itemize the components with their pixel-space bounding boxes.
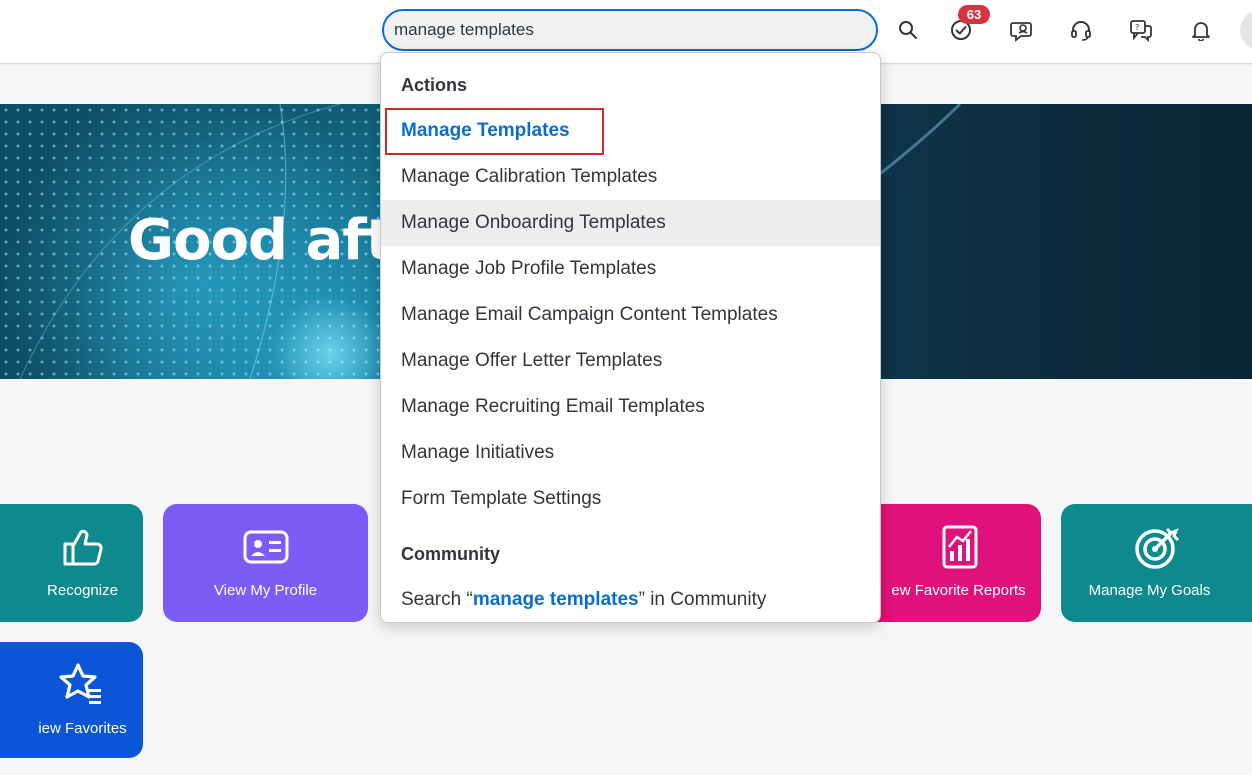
headset-icon[interactable]	[1067, 16, 1095, 44]
tile-label: View My Profile	[213, 582, 318, 599]
suggestion-item[interactable]: Manage Calibration Templates	[381, 154, 880, 200]
feedback-icon[interactable]: ?	[1127, 16, 1155, 44]
bell-icon[interactable]	[1187, 16, 1215, 44]
notification-count-badge: 63	[958, 5, 990, 24]
thumbs-up-icon	[59, 524, 105, 570]
tile-view-my-profile[interactable]: View My Profile	[163, 504, 368, 622]
search-suggestions-dropdown: Actions Manage Templates Manage Calibrat…	[380, 52, 881, 623]
tile-manage-my-goals[interactable]: Manage My Goals	[1061, 504, 1252, 622]
suggestion-item[interactable]: Form Template Settings	[381, 476, 880, 522]
greeting-text: Good aft	[128, 208, 392, 273]
svg-text:?: ?	[1135, 23, 1139, 32]
group-title-community: Community	[401, 544, 500, 564]
search-icon[interactable]	[894, 16, 922, 44]
suggestion-item[interactable]: Manage Email Campaign Content Templates	[381, 292, 880, 338]
chat-bot-icon[interactable]	[1007, 16, 1035, 44]
star-list-icon	[58, 662, 106, 708]
community-search-suffix: ” in Community	[638, 589, 767, 610]
tile-label: iew Favorites	[38, 720, 127, 737]
search-field[interactable]	[382, 9, 878, 51]
suggestion-item[interactable]: Manage Recruiting Email Templates	[381, 384, 880, 430]
tile-recognize[interactable]: Recognize	[0, 504, 143, 622]
group-title-actions: Actions	[401, 75, 468, 95]
community-search-item[interactable]: Search “manage templates” in Community	[381, 577, 880, 622]
tile-label: Manage My Goals	[1088, 582, 1211, 599]
community-search-keyword: manage templates	[472, 589, 639, 610]
suggestion-item[interactable]: Manage Offer Letter Templates	[381, 338, 880, 384]
community-search-prefix: Search “	[401, 589, 473, 610]
suggestion-item[interactable]: Manage Onboarding Templates	[381, 200, 880, 246]
id-card-icon	[243, 524, 289, 570]
highlight-box	[385, 108, 604, 155]
target-icon	[1133, 524, 1181, 570]
avatar[interactable]	[1240, 10, 1252, 50]
suggestion-item[interactable]: Manage Job Profile Templates	[381, 246, 880, 292]
search-input[interactable]	[392, 19, 856, 41]
tile-label: Recognize	[47, 582, 118, 599]
suggestion-item[interactable]: Manage Initiatives	[381, 430, 880, 476]
tile-view-favorites[interactable]: iew Favorites	[0, 642, 143, 758]
report-icon	[937, 524, 983, 570]
